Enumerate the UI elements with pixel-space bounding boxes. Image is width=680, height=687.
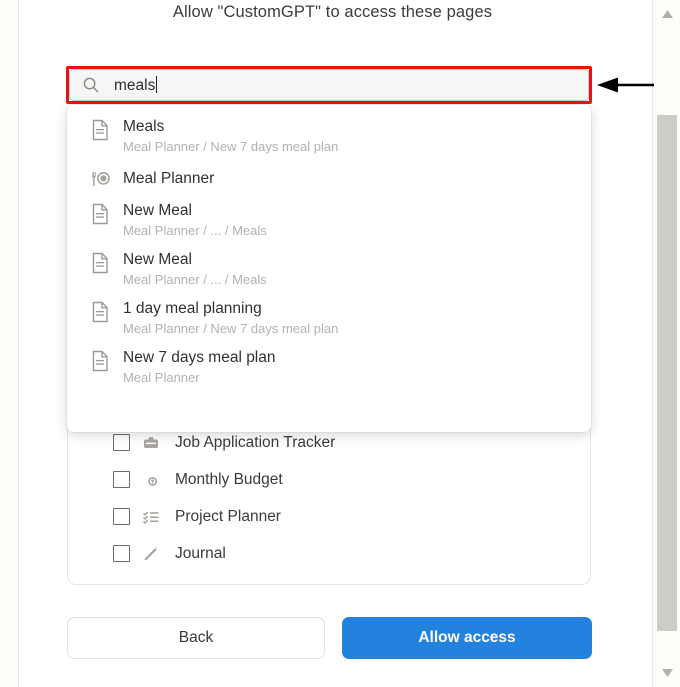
- briefcase-icon: [140, 432, 162, 454]
- search-result-text: New Meal Meal Planner / ... / Meals: [123, 250, 267, 289]
- search-result-path: Meal Planner / New 7 days meal plan: [123, 321, 339, 336]
- search-icon: [82, 76, 100, 94]
- triangle-down-icon[interactable]: [654, 662, 680, 684]
- page-checkbox[interactable]: [113, 508, 130, 525]
- fork-plate-icon: [89, 167, 111, 191]
- vertical-scrollbar[interactable]: [654, 0, 680, 687]
- text-caret: [156, 75, 158, 93]
- search-result-title: New 7 days meal plan: [123, 349, 276, 366]
- search-result-text: New 7 days meal plan Meal Planner: [123, 348, 276, 387]
- list-item-label: Project Planner: [175, 507, 281, 525]
- pencil-icon: [140, 543, 162, 565]
- coins-icon: [140, 469, 162, 491]
- page-list-rows: Job Application Tracker Monthly Budget P…: [68, 424, 590, 572]
- search-result-text: Meals Meal Planner / New 7 days meal pla…: [123, 117, 338, 156]
- back-button[interactable]: Back: [67, 617, 325, 659]
- list-item-label: Monthly Budget: [175, 470, 283, 488]
- dialog-footer: Back Allow access: [67, 617, 592, 659]
- checklist-icon: [140, 506, 162, 528]
- list-item-label: Journal: [175, 544, 226, 562]
- search-result-title: 1 day meal planning: [123, 300, 262, 317]
- document-icon: [89, 349, 111, 373]
- search-result-path: Meal Planner / New 7 days meal plan: [123, 139, 339, 154]
- allow-access-button[interactable]: Allow access: [342, 617, 592, 659]
- page-left-gutter: [0, 0, 19, 687]
- list-item[interactable]: Project Planner: [68, 498, 590, 535]
- search-result-item[interactable]: New Meal Meal Planner / ... / Meals: [67, 196, 591, 245]
- page-title: Allow "CustomGPT" to access these pages: [172, 3, 493, 21]
- search-result-item[interactable]: 1 day meal planning Meal Planner / New 7…: [67, 294, 591, 343]
- search-result-text: New Meal Meal Planner / ... / Meals: [123, 201, 267, 240]
- search-result-item[interactable]: Meals Meal Planner / New 7 days meal pla…: [67, 112, 591, 161]
- search-result-title: Meals: [123, 118, 165, 135]
- document-icon: [89, 118, 111, 142]
- search-result-item[interactable]: New Meal Meal Planner / ... / Meals: [67, 245, 591, 294]
- document-icon: [89, 300, 111, 324]
- search-result-title: New Meal: [123, 251, 192, 268]
- page-checkbox[interactable]: [113, 471, 130, 488]
- search-result-item[interactable]: Meal Planner: [67, 161, 591, 196]
- search-result-item[interactable]: New 7 days meal plan Meal Planner: [67, 343, 591, 392]
- list-item[interactable]: Monthly Budget: [68, 461, 590, 498]
- permission-dialog-page: Allow "CustomGPT" to access these pages …: [0, 0, 680, 687]
- search-result-path: Meal Planner / ... / Meals: [123, 223, 267, 238]
- search-input[interactable]: meals: [69, 69, 589, 101]
- search-result-text: Meal Planner: [123, 169, 214, 189]
- list-item[interactable]: Journal: [68, 535, 590, 572]
- search-result-text: 1 day meal planning Meal Planner / New 7…: [123, 299, 338, 338]
- search-row: meals: [66, 66, 592, 104]
- list-item-label: Job Application Tracker: [175, 433, 336, 451]
- search-result-title: Meal Planner: [123, 169, 215, 187]
- search-results-dropdown[interactable]: Meals Meal Planner / New 7 days meal pla…: [67, 105, 591, 432]
- page-checkbox[interactable]: [113, 434, 130, 451]
- search-result-path: Meal Planner / ... / Meals: [123, 272, 267, 287]
- page-checkbox[interactable]: [113, 545, 130, 562]
- document-icon: [89, 202, 111, 226]
- document-icon: [89, 251, 111, 275]
- triangle-up-icon[interactable]: [654, 3, 680, 25]
- search-input-value: meals: [114, 75, 158, 94]
- search-result-path: Meal Planner: [123, 370, 200, 385]
- search-result-title: New Meal: [123, 202, 192, 219]
- scrollbar-thumb[interactable]: [657, 115, 677, 631]
